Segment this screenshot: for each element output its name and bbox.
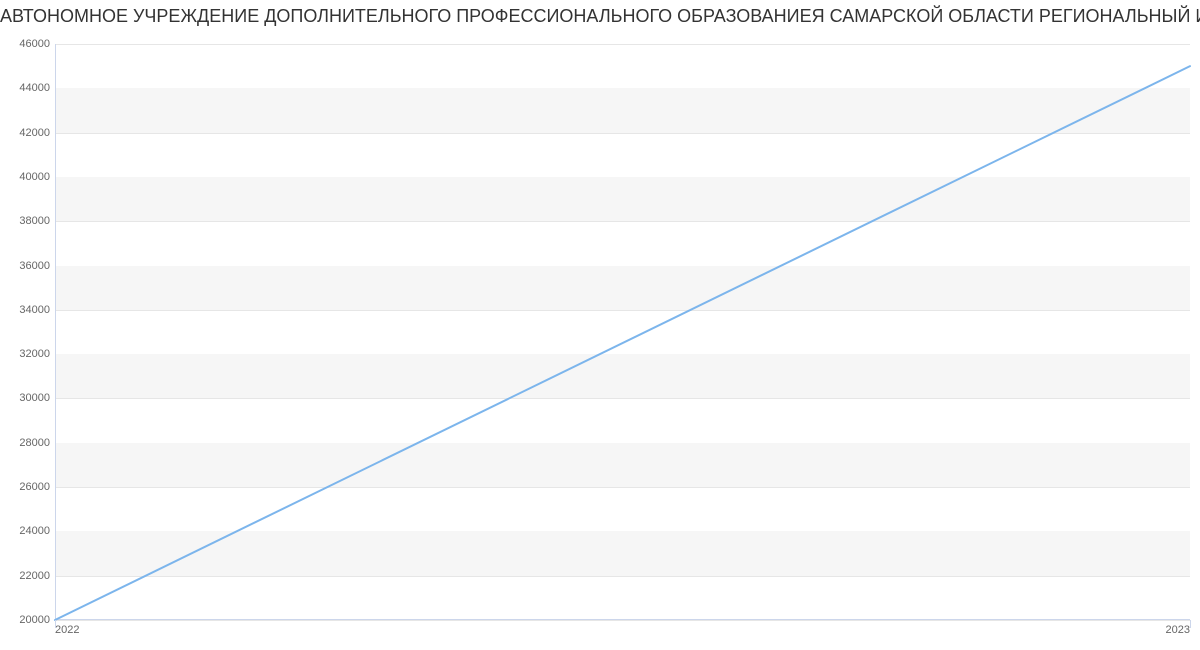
y-tick-label: 20000 (6, 614, 50, 626)
y-tick-label: 42000 (6, 127, 50, 139)
y-tick-label: 28000 (6, 437, 50, 449)
plot-area (55, 44, 1190, 620)
x-tick-mark (55, 620, 56, 628)
gridline (55, 620, 1190, 621)
chart-container: АВТОНОМНОЕ УЧРЕЖДЕНИЕ ДОПОЛНИТЕЛЬНОГО ПР… (0, 0, 1200, 650)
chart-title: АВТОНОМНОЕ УЧРЕЖДЕНИЕ ДОПОЛНИТЕЛЬНОГО ПР… (0, 6, 1200, 27)
y-tick-label: 38000 (6, 215, 50, 227)
x-tick-label: 2022 (55, 624, 79, 636)
y-tick-label: 24000 (6, 525, 50, 537)
y-tick-label: 26000 (6, 481, 50, 493)
y-tick-label: 34000 (6, 304, 50, 316)
y-tick-label: 36000 (6, 260, 50, 272)
line-series (55, 44, 1190, 620)
x-tick-label: 2023 (1166, 624, 1190, 636)
y-tick-label: 22000 (6, 570, 50, 582)
y-tick-label: 40000 (6, 171, 50, 183)
y-tick-label: 30000 (6, 392, 50, 404)
y-tick-label: 44000 (6, 82, 50, 94)
y-tick-label: 46000 (6, 38, 50, 50)
x-tick-mark (1190, 620, 1191, 628)
y-tick-label: 32000 (6, 348, 50, 360)
